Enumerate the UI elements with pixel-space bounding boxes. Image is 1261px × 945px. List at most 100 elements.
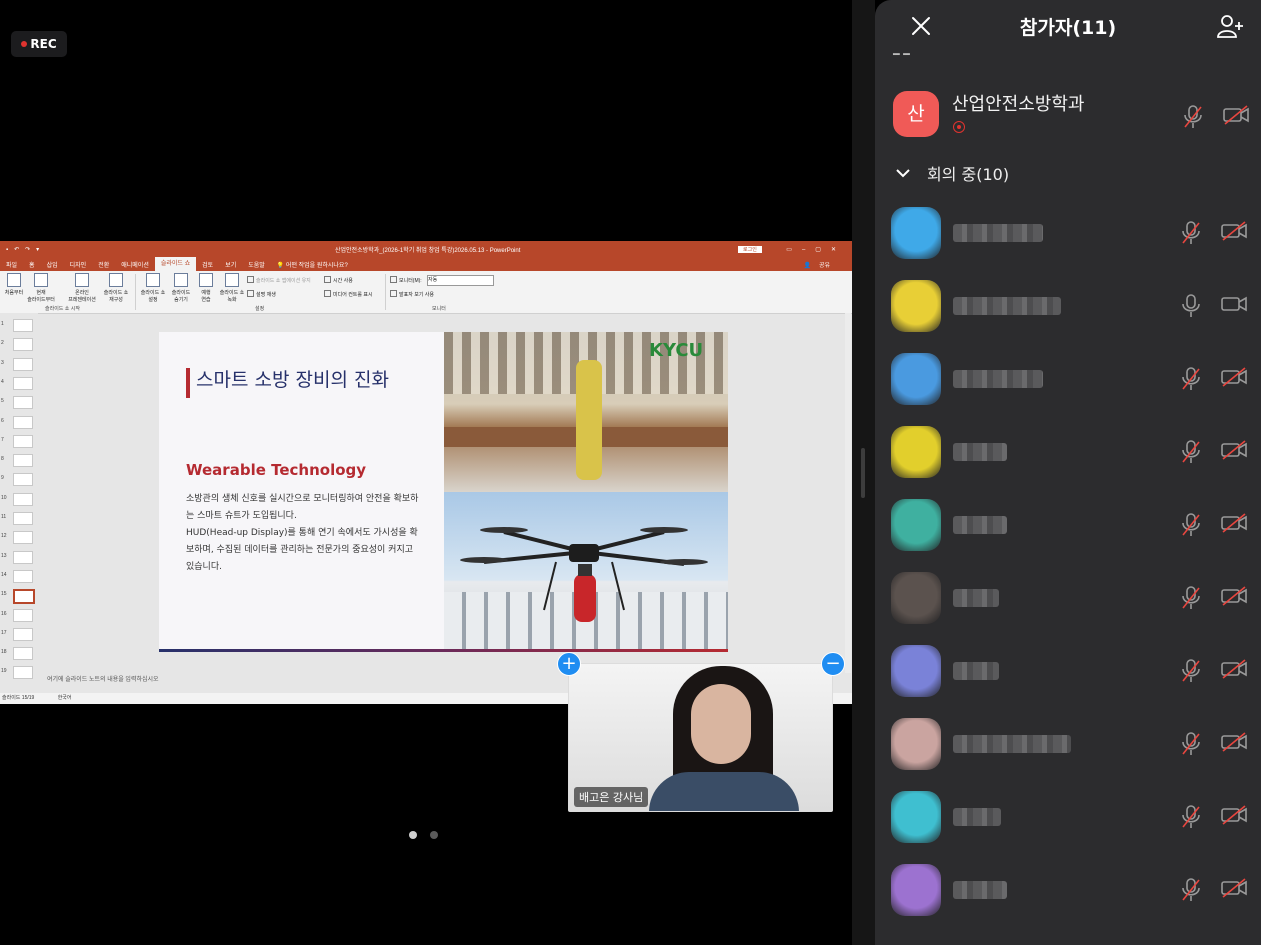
mic-muted-icon[interactable]	[1181, 513, 1201, 541]
slide-thumbnail[interactable]	[13, 396, 33, 410]
from-start-button[interactable]: 처음부터	[0, 273, 28, 296]
tell-me-search[interactable]: 💡 어떤 작업을 원하시나요?	[271, 260, 354, 269]
rehearse-button[interactable]: 예행 연습	[194, 273, 218, 303]
slide-thumbnail[interactable]	[13, 666, 33, 680]
camera-off-icon[interactable]	[1221, 586, 1247, 610]
camera-off-icon[interactable]	[1221, 221, 1247, 245]
participant-row[interactable]	[891, 207, 1251, 263]
mic-muted-icon[interactable]	[1181, 367, 1201, 395]
resize-handle[interactable]	[861, 448, 865, 498]
participant-row[interactable]	[891, 353, 1251, 409]
ppt-tab[interactable]: 전환	[92, 260, 115, 269]
camera-off-icon[interactable]	[1221, 805, 1247, 829]
slide-thumbnail[interactable]	[13, 512, 33, 525]
ppt-tab[interactable]: 슬라이드 쇼	[154, 257, 197, 271]
mic-icon[interactable]	[1181, 294, 1201, 322]
chk-narration[interactable]: 슬라이드 쇼 앱에이션 유지	[247, 276, 311, 284]
chk-timing[interactable]: 시간 사용	[324, 276, 353, 284]
ppt-tab[interactable]: 홈	[23, 260, 41, 269]
zoom-out-button[interactable]: −	[821, 652, 845, 676]
ppt-tab[interactable]: 파일	[0, 260, 23, 269]
camera-off-icon[interactable]	[1221, 878, 1247, 902]
mic-muted-icon[interactable]	[1181, 586, 1201, 614]
ppt-share-button[interactable]: 👤 공유	[798, 260, 842, 269]
camera-off-icon[interactable]	[1221, 367, 1247, 391]
host-participant[interactable]: 산 산업안전소방학과	[893, 91, 1253, 137]
ppt-window-buttons[interactable]: ▭–▢✕	[786, 246, 846, 253]
slide-thumbnail[interactable]	[13, 415, 33, 429]
slide-thumbnail[interactable]	[13, 454, 33, 468]
ppt-tab[interactable]: 애니메이션	[115, 260, 155, 269]
participant-row[interactable]	[891, 864, 1251, 920]
host-name: 산업안전소방학과	[952, 94, 1085, 115]
slide-thumbnail[interactable]	[13, 531, 33, 545]
page-dot-1[interactable]	[409, 831, 417, 839]
participant-name-blurred	[953, 735, 1071, 753]
add-user-icon[interactable]	[1216, 12, 1244, 40]
camera-off-icon[interactable]	[1221, 732, 1247, 756]
mic-muted-icon[interactable]	[1181, 805, 1201, 833]
setup-show-button[interactable]: 슬라이드 쇼 설정	[139, 273, 167, 303]
quick-access-toolbar[interactable]: ▪↶↷▾	[6, 246, 45, 253]
ribbon-group-monitor: 모니터	[432, 306, 446, 312]
slide-thumbnail[interactable]	[13, 647, 33, 661]
participant-row[interactable]	[891, 426, 1251, 482]
chk-play[interactable]: 설명 재생	[247, 290, 276, 298]
ppt-tab[interactable]: 디자인	[64, 260, 93, 269]
camera-off-icon[interactable]	[1223, 105, 1249, 125]
speaker-video-tile[interactable]: 배고은 강사님	[568, 663, 833, 812]
camera-off-icon[interactable]	[1221, 659, 1247, 683]
chk-presenter-view[interactable]: 발표자 보기 사용	[390, 290, 434, 298]
slide-thumbnail[interactable]	[13, 569, 33, 583]
in-meeting-section[interactable]: 회의 중(10)	[895, 161, 1009, 185]
ppt-tab[interactable]: 도움말	[242, 260, 271, 269]
slide-scrollbar[interactable]	[845, 313, 851, 673]
record-show-button[interactable]: 슬라이드 쇼 녹화	[218, 273, 246, 303]
ppt-tab[interactable]: 검토	[196, 260, 219, 269]
ribbon-group-start: 슬라이드 쇼 시작	[45, 306, 80, 312]
ppt-login-button[interactable]: 로그인	[738, 245, 762, 253]
slide-thumbnail[interactable]	[13, 357, 33, 371]
monitor-select[interactable]: 자동	[427, 275, 494, 286]
participant-name-blurred	[953, 589, 999, 607]
slide-number: 18	[1, 649, 7, 656]
mic-muted-icon[interactable]	[1183, 105, 1203, 129]
online-present-button[interactable]: 온라인 프레젠테이션	[66, 273, 98, 303]
participant-avatar	[891, 645, 941, 697]
participant-row[interactable]	[891, 280, 1251, 336]
ppt-tab[interactable]: 보기	[219, 260, 242, 269]
participant-row[interactable]	[891, 499, 1251, 555]
participant-row[interactable]	[891, 791, 1251, 847]
camera-icon[interactable]	[1221, 294, 1247, 318]
custom-show-button[interactable]: 슬라이드 쇼 재구성	[101, 273, 131, 303]
slide-thumbnail[interactable]	[13, 492, 33, 506]
slide-thumbnail[interactable]	[13, 473, 33, 487]
mic-muted-icon[interactable]	[1181, 221, 1201, 249]
slide-thumbnail[interactable]	[13, 550, 33, 564]
slide-thumbnail[interactable]	[13, 434, 33, 448]
participant-row[interactable]	[891, 645, 1251, 701]
slide-number: 15	[1, 591, 7, 598]
mic-muted-icon[interactable]	[1181, 440, 1201, 468]
slide-thumbnail[interactable]	[13, 589, 35, 605]
slide-thumbnail[interactable]	[13, 319, 33, 332]
drone-photo	[444, 492, 728, 652]
participant-row[interactable]	[891, 718, 1251, 774]
page-dot-2[interactable]	[430, 831, 438, 839]
participant-row[interactable]	[891, 572, 1251, 628]
slide-thumbnail[interactable]	[13, 627, 33, 641]
slide-thumbnail[interactable]	[13, 608, 33, 622]
hide-slide-button[interactable]: 슬라이드 숨기기	[167, 273, 195, 303]
camera-off-icon[interactable]	[1221, 513, 1247, 537]
mic-muted-icon[interactable]	[1181, 659, 1201, 687]
from-current-button[interactable]: 현재 슬라이드부터	[27, 273, 55, 303]
camera-off-icon[interactable]	[1221, 440, 1247, 464]
ppt-ribbon-tabs: 파일 홈 삽입 디자인 전환 애니메이션 슬라이드 쇼 검토 보기 도움말 💡 어떤 작업을 원하시…	[0, 257, 852, 271]
mic-muted-icon[interactable]	[1181, 732, 1201, 760]
slide-thumbnail[interactable]	[13, 338, 33, 352]
chk-media[interactable]: 미디어 컨트롤 표시	[324, 290, 373, 298]
ppt-tab[interactable]: 삽입	[41, 260, 64, 269]
slide-thumbnail[interactable]	[13, 376, 33, 390]
zoom-in-button[interactable]: +	[557, 652, 581, 676]
mic-muted-icon[interactable]	[1181, 878, 1201, 906]
